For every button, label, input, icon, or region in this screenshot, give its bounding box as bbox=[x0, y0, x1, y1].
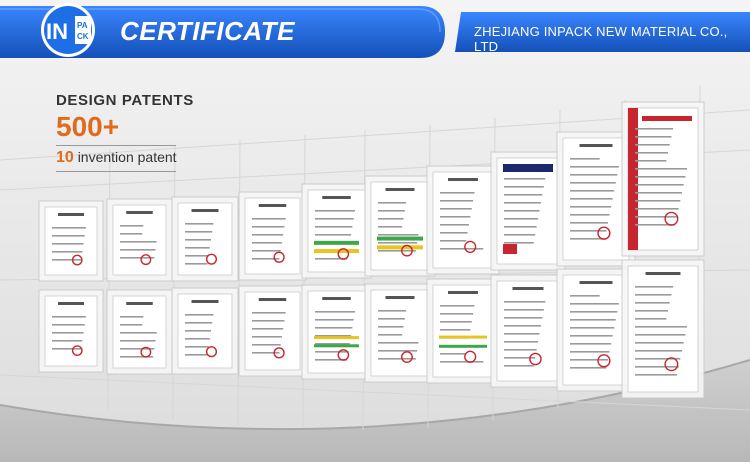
certificate-frame bbox=[364, 283, 436, 383]
certificate-frame bbox=[106, 289, 173, 375]
certificate-frame bbox=[426, 278, 500, 384]
certificate-gallery bbox=[38, 101, 705, 399]
certificate-frame bbox=[38, 200, 104, 282]
certificate-frame bbox=[426, 165, 500, 275]
certificate-frame bbox=[301, 284, 372, 380]
certificate-frame bbox=[238, 191, 307, 281]
certificate-frame bbox=[621, 259, 705, 399]
certificate-frame bbox=[490, 274, 566, 388]
certificate-frame bbox=[238, 285, 307, 377]
certificate-frame bbox=[106, 198, 173, 282]
certificate-frame bbox=[621, 101, 705, 257]
certificate-frame bbox=[301, 183, 372, 279]
certificate-frame bbox=[490, 151, 566, 271]
certificate-frame bbox=[171, 287, 239, 375]
certificate-frame bbox=[38, 289, 104, 373]
certificate-frame bbox=[171, 196, 239, 282]
certificate-frame bbox=[364, 175, 436, 277]
